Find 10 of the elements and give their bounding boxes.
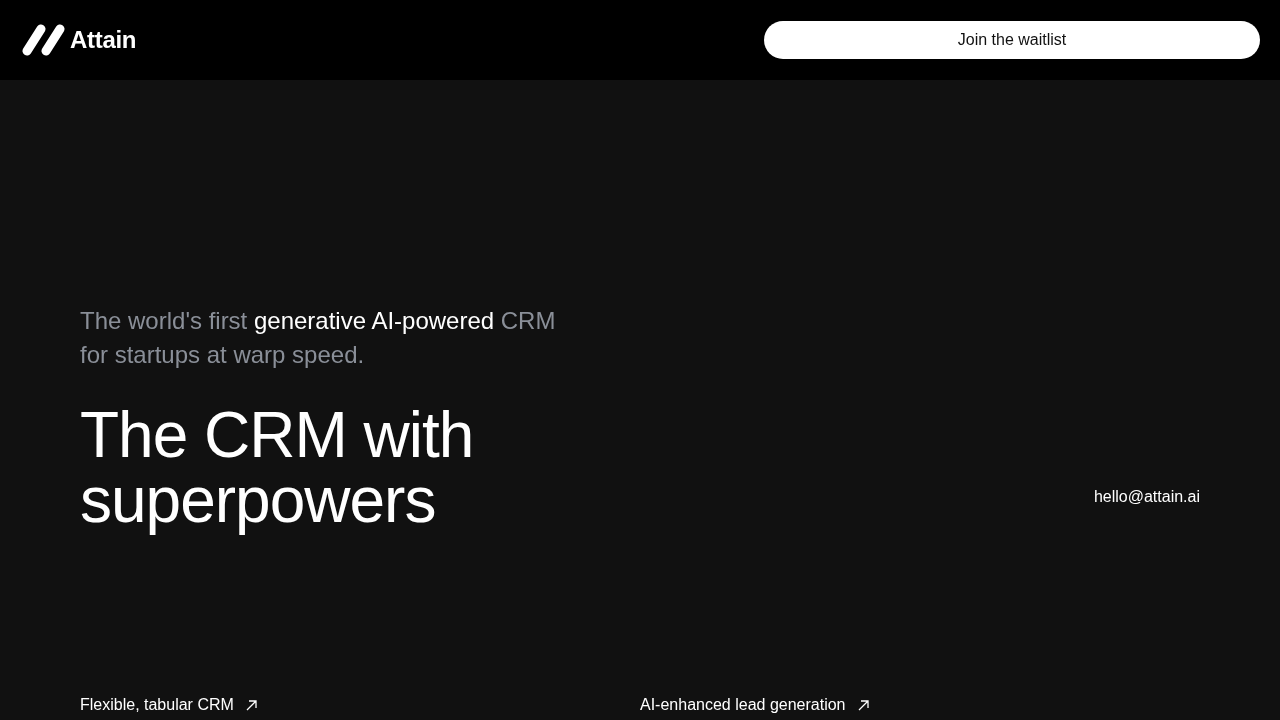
- contact-email: hello@attain.ai: [1093, 487, 1200, 507]
- logo-text: Attain: [70, 26, 137, 54]
- join-waitlist-button[interactable]: Join the waitlist: [764, 21, 1260, 59]
- feature-link[interactable]: Flexible, tabular CRM: [80, 693, 234, 717]
- arrow-up-right-icon: [245, 699, 257, 711]
- logo-icon: [22, 24, 65, 56]
- tagline: The world's first generative AI-powered CRM for startups at warp speed.: [80, 306, 557, 370]
- arrow-up-right-icon: [857, 699, 869, 711]
- headline: The CRM with superpowers: [80, 403, 475, 533]
- feature-link[interactable]: AI-enhanced lead generation: [640, 693, 846, 717]
